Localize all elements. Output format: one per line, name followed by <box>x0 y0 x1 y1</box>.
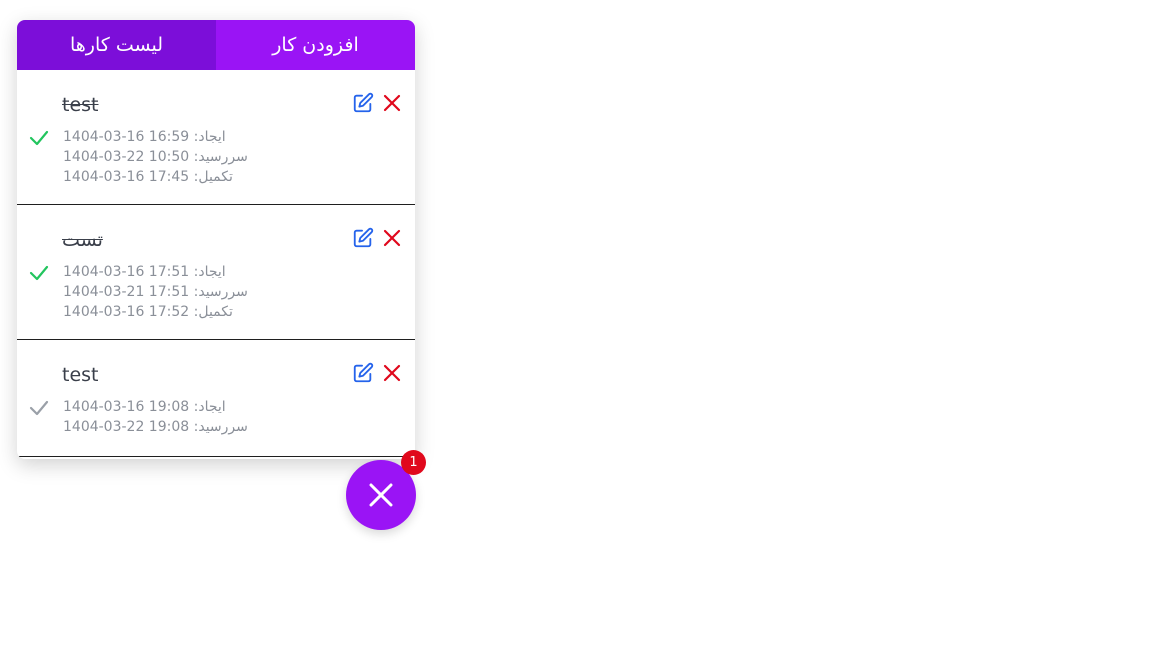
created-line: ایجاد: 1404-03-16 16:59 <box>63 127 248 147</box>
delete-icon[interactable] <box>383 94 401 112</box>
tab-task-list-label: لیست کارها <box>70 34 163 56</box>
tab-add-task[interactable]: افزودن کار <box>216 20 415 70</box>
completed-line: تکمیل: 1404-03-16 17:45 <box>63 167 248 187</box>
created-value: 1404-03-16 16:59 <box>63 129 190 145</box>
created-label: ایجاد: <box>193 399 226 415</box>
task-item: تست ایجاد: 1404-03-16 17:51 سررسید: 1404… <box>17 205 415 340</box>
task-title: test <box>62 364 99 386</box>
task-item: test ایجاد: 1404-03-16 16:59 سررسید: 140… <box>17 70 415 205</box>
created-line: ایجاد: 1404-03-16 17:51 <box>63 262 248 282</box>
due-label: سررسید: <box>193 284 248 300</box>
task-meta: ایجاد: 1404-03-16 17:51 سررسید: 1404-03-… <box>63 262 248 322</box>
due-value: 1404-03-22 10:50 <box>63 149 190 165</box>
created-value: 1404-03-16 17:51 <box>63 264 190 280</box>
edit-icon[interactable] <box>352 92 374 114</box>
completed-line: تکمیل: 1404-03-16 17:52 <box>63 302 248 322</box>
task-list: test ایجاد: 1404-03-16 16:59 سررسید: 140… <box>17 70 415 457</box>
due-line: سررسید: 1404-03-21 17:51 <box>63 282 248 302</box>
check-icon[interactable] <box>29 128 49 148</box>
due-value: 1404-03-21 17:51 <box>63 284 190 300</box>
created-line: ایجاد: 1404-03-16 19:08 <box>63 397 248 417</box>
task-meta: ایجاد: 1404-03-16 16:59 سررسید: 1404-03-… <box>63 127 248 187</box>
close-icon <box>369 483 393 507</box>
tab-task-list[interactable]: لیست کارها <box>17 20 216 70</box>
delete-icon[interactable] <box>383 229 401 247</box>
due-label: سررسید: <box>193 149 248 165</box>
due-line: سررسید: 1404-03-22 19:08 <box>63 417 248 437</box>
created-value: 1404-03-16 19:08 <box>63 399 190 415</box>
created-label: ایجاد: <box>193 264 226 280</box>
edit-icon[interactable] <box>352 362 374 384</box>
task-meta: ایجاد: 1404-03-16 19:08 سررسید: 1404-03-… <box>63 397 248 437</box>
todo-panel: لیست کارها افزودن کار test ایجاد: 1404-0… <box>17 20 415 459</box>
due-label: سررسید: <box>193 419 248 435</box>
task-item: test ایجاد: 1404-03-16 19:08 سررسید: 140… <box>17 340 415 457</box>
tab-add-task-label: افزودن کار <box>272 34 359 56</box>
created-label: ایجاد: <box>193 129 226 145</box>
task-title: test <box>62 94 99 116</box>
tab-bar: لیست کارها افزودن کار <box>17 20 415 70</box>
check-icon[interactable] <box>29 263 49 283</box>
due-line: سررسید: 1404-03-22 10:50 <box>63 147 248 167</box>
due-value: 1404-03-22 19:08 <box>63 419 190 435</box>
edit-icon[interactable] <box>352 227 374 249</box>
check-icon[interactable] <box>29 398 49 418</box>
task-title: تست <box>62 229 103 251</box>
completed-value: 1404-03-16 17:45 <box>63 169 190 185</box>
completed-label: تکمیل: <box>193 304 233 320</box>
delete-icon[interactable] <box>383 364 401 382</box>
notification-badge: 1 <box>401 450 426 475</box>
completed-value: 1404-03-16 17:52 <box>63 304 190 320</box>
completed-label: تکمیل: <box>193 169 233 185</box>
